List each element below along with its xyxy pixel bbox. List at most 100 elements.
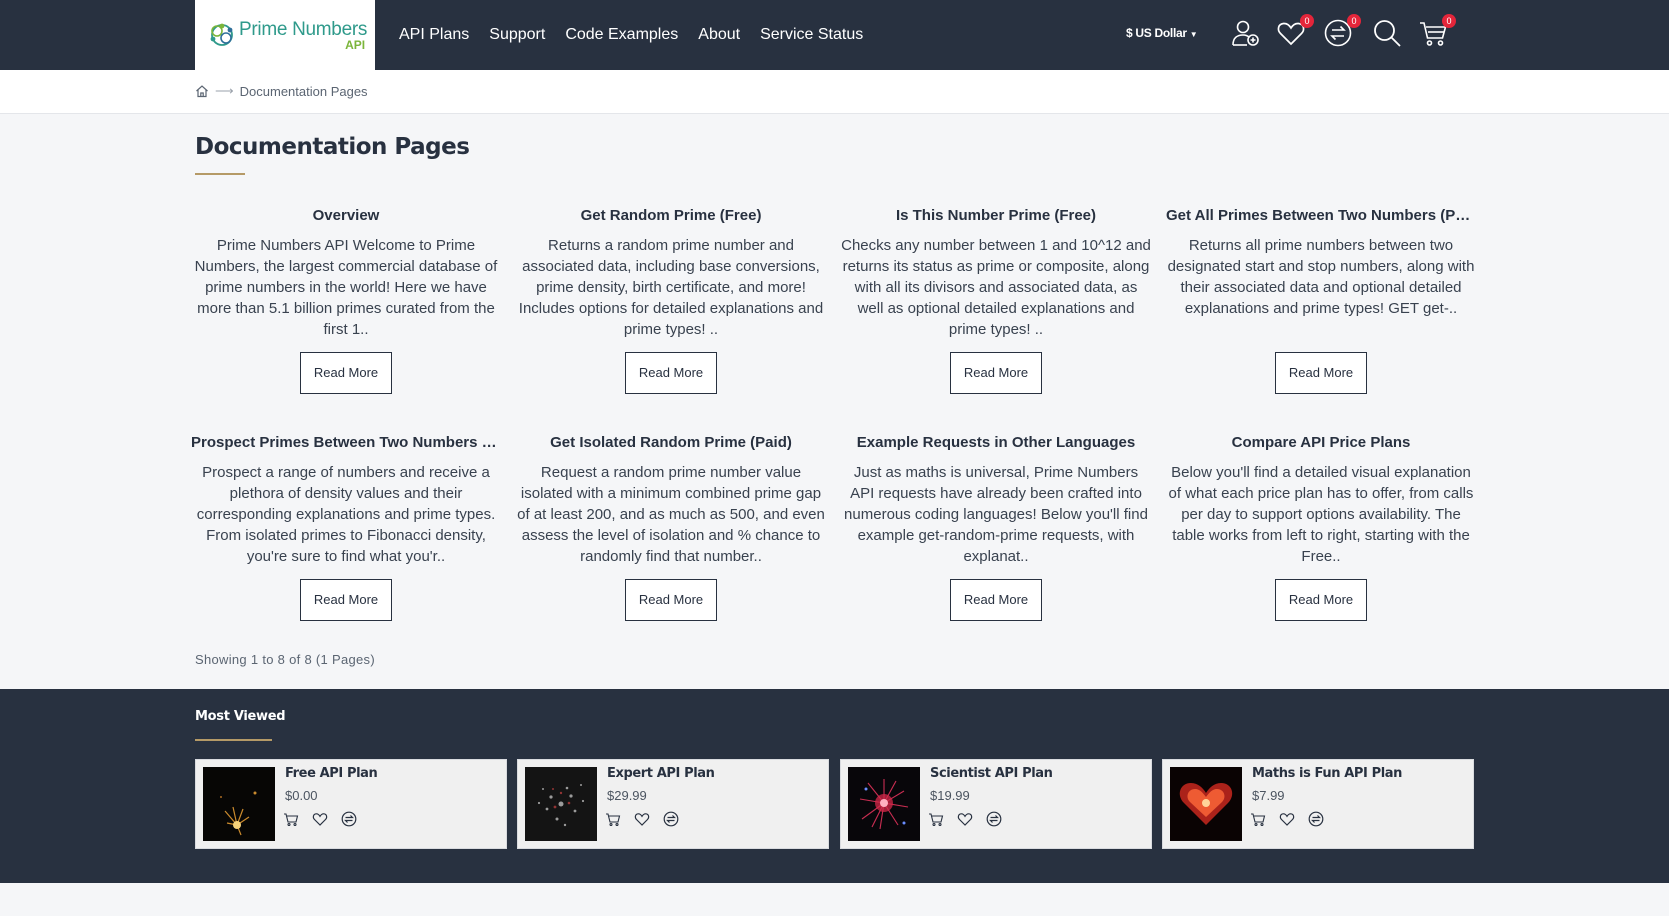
main-nav: API Plans Support Code Examples About Se… bbox=[399, 0, 883, 70]
wishlist-button[interactable]: 0 bbox=[1276, 14, 1314, 50]
article-excerpt: Returns all prime numbers between two de… bbox=[1167, 237, 1475, 317]
read-more-button[interactable]: Read More bbox=[950, 579, 1042, 621]
wishlist-count-badge: 0 bbox=[1300, 14, 1314, 28]
read-more-button[interactable]: Read More bbox=[1275, 352, 1367, 394]
product-name[interactable]: Scientist API Plan bbox=[930, 766, 1053, 781]
product-name[interactable]: Free API Plan bbox=[285, 766, 378, 781]
product-card: Maths is Fun API Plan $7.99 bbox=[1162, 759, 1474, 849]
heart-icon bbox=[634, 813, 650, 826]
compare-count-badge: 0 bbox=[1347, 14, 1361, 28]
add-to-cart-button[interactable] bbox=[928, 810, 957, 828]
article-excerpt: Just as maths is universal, Prime Number… bbox=[844, 464, 1148, 565]
article-title[interactable]: Get Random Prime (Free) bbox=[516, 206, 826, 226]
add-to-cart-button[interactable] bbox=[283, 810, 312, 828]
read-more-button[interactable]: Read More bbox=[950, 352, 1042, 394]
product-name[interactable]: Expert API Plan bbox=[607, 766, 715, 781]
add-to-wishlist-button[interactable] bbox=[634, 810, 663, 828]
product-image[interactable] bbox=[203, 767, 275, 841]
molecule-logo-icon bbox=[210, 23, 233, 46]
caret-down-icon: ▼ bbox=[1189, 30, 1198, 39]
product-price: $0.00 bbox=[285, 788, 318, 803]
read-more-button[interactable]: Read More bbox=[625, 579, 717, 621]
cart-count-badge: 0 bbox=[1442, 14, 1456, 28]
currency-selector[interactable]: $ US Dollar ▼ bbox=[1126, 26, 1198, 40]
article-excerpt: Returns a random prime number and associ… bbox=[518, 237, 824, 338]
cart-icon bbox=[284, 813, 299, 827]
product-image[interactable] bbox=[848, 767, 920, 841]
add-to-compare-button[interactable] bbox=[341, 810, 370, 828]
compare-icon bbox=[986, 811, 1002, 827]
read-more-button[interactable]: Read More bbox=[300, 352, 392, 394]
article-title[interactable]: Example Requests in Other Languages bbox=[841, 433, 1151, 453]
nav-support[interactable]: Support bbox=[489, 26, 545, 44]
arrow-right-icon: ⟶ bbox=[215, 83, 234, 98]
compare-button[interactable]: 0 bbox=[1323, 14, 1361, 50]
article-card: Overview Prime Numbers API Welcome to Pr… bbox=[191, 206, 501, 394]
compare-icon bbox=[341, 811, 357, 827]
compare-icon bbox=[1308, 811, 1324, 827]
add-to-compare-button[interactable] bbox=[986, 810, 1015, 828]
add-to-compare-button[interactable] bbox=[1308, 810, 1337, 828]
page-footer-strip bbox=[0, 883, 1669, 916]
article-card: Compare API Price Plans Below you'll fin… bbox=[1166, 433, 1476, 621]
add-to-wishlist-button[interactable] bbox=[312, 810, 341, 828]
cart-icon bbox=[1251, 813, 1266, 827]
article-title[interactable]: Compare API Price Plans bbox=[1166, 433, 1476, 453]
read-more-button[interactable]: Read More bbox=[625, 352, 717, 394]
brand-sub: API bbox=[345, 37, 366, 52]
product-image[interactable] bbox=[525, 767, 597, 841]
read-more-button[interactable]: Read More bbox=[1275, 579, 1367, 621]
search-icon bbox=[1374, 20, 1401, 47]
article-excerpt: Below you'll find a detailed visual expl… bbox=[1168, 464, 1474, 565]
compare-icon bbox=[663, 811, 679, 827]
add-to-wishlist-button[interactable] bbox=[1279, 810, 1308, 828]
add-to-wishlist-button[interactable] bbox=[957, 810, 986, 828]
article-card: Get Random Prime (Free) Returns a random… bbox=[516, 206, 826, 394]
article-title[interactable]: Get Isolated Random Prime (Paid) bbox=[516, 433, 826, 453]
product-price: $19.99 bbox=[930, 788, 970, 803]
currency-label: $ US Dollar bbox=[1126, 26, 1187, 40]
article-excerpt: Request a random prime number value isol… bbox=[517, 464, 825, 565]
brand-logo[interactable]: Prime Numbers API bbox=[195, 0, 375, 70]
article-title[interactable]: Get All Primes Between Two Numbers (Paid… bbox=[1166, 206, 1476, 226]
article-title[interactable]: Is This Number Prime (Free) bbox=[841, 206, 1151, 226]
cart-button[interactable]: 0 bbox=[1418, 14, 1456, 50]
heart-icon bbox=[312, 813, 328, 826]
search-button[interactable] bbox=[1372, 18, 1404, 50]
add-to-cart-button[interactable] bbox=[605, 810, 634, 828]
product-name[interactable]: Maths is Fun API Plan bbox=[1252, 766, 1402, 781]
pagination-summary: Showing 1 to 8 of 8 (1 Pages) bbox=[195, 652, 375, 667]
breadcrumb: ⟶ Documentation Pages bbox=[195, 83, 368, 99]
read-more-button[interactable]: Read More bbox=[300, 579, 392, 621]
nav-api-plans[interactable]: API Plans bbox=[399, 26, 469, 44]
section-underline bbox=[195, 739, 272, 741]
cart-icon bbox=[606, 813, 621, 827]
article-card: Get All Primes Between Two Numbers (Paid… bbox=[1166, 206, 1476, 394]
article-card: Get Isolated Random Prime (Paid) Request… bbox=[516, 433, 826, 621]
account-button[interactable] bbox=[1231, 18, 1263, 50]
product-price: $7.99 bbox=[1252, 788, 1285, 803]
article-card: Example Requests in Other Languages Just… bbox=[841, 433, 1151, 621]
article-title[interactable]: Prospect Primes Between Two Numbers (P..… bbox=[191, 433, 501, 453]
most-viewed-section: Most Viewed Free API Plan $0.00 Expert A… bbox=[0, 689, 1669, 883]
heart-icon bbox=[957, 813, 973, 826]
brand-name: Prime Numbers bbox=[239, 18, 368, 40]
home-icon[interactable] bbox=[195, 84, 209, 98]
article-excerpt: Prime Numbers API Welcome to Prime Numbe… bbox=[194, 237, 498, 338]
article-card: Is This Number Prime (Free) Checks any n… bbox=[841, 206, 1151, 394]
add-to-compare-button[interactable] bbox=[663, 810, 692, 828]
product-image[interactable] bbox=[1170, 767, 1242, 841]
nav-about[interactable]: About bbox=[698, 26, 740, 44]
product-card: Scientist API Plan $19.99 bbox=[840, 759, 1152, 849]
breadcrumb-current: Documentation Pages bbox=[239, 83, 368, 99]
add-to-cart-button[interactable] bbox=[1250, 810, 1279, 828]
most-viewed-title: Most Viewed bbox=[195, 709, 286, 724]
article-title[interactable]: Overview bbox=[191, 206, 501, 226]
cart-icon bbox=[929, 813, 944, 827]
top-navbar: Prime Numbers API API Plans Support Code… bbox=[0, 0, 1669, 70]
nav-code-examples[interactable]: Code Examples bbox=[565, 26, 678, 44]
user-add-icon bbox=[1232, 20, 1259, 46]
product-price: $29.99 bbox=[607, 788, 647, 803]
nav-service-status[interactable]: Service Status bbox=[760, 26, 863, 44]
article-excerpt: Prospect a range of numbers and receive … bbox=[196, 464, 496, 565]
